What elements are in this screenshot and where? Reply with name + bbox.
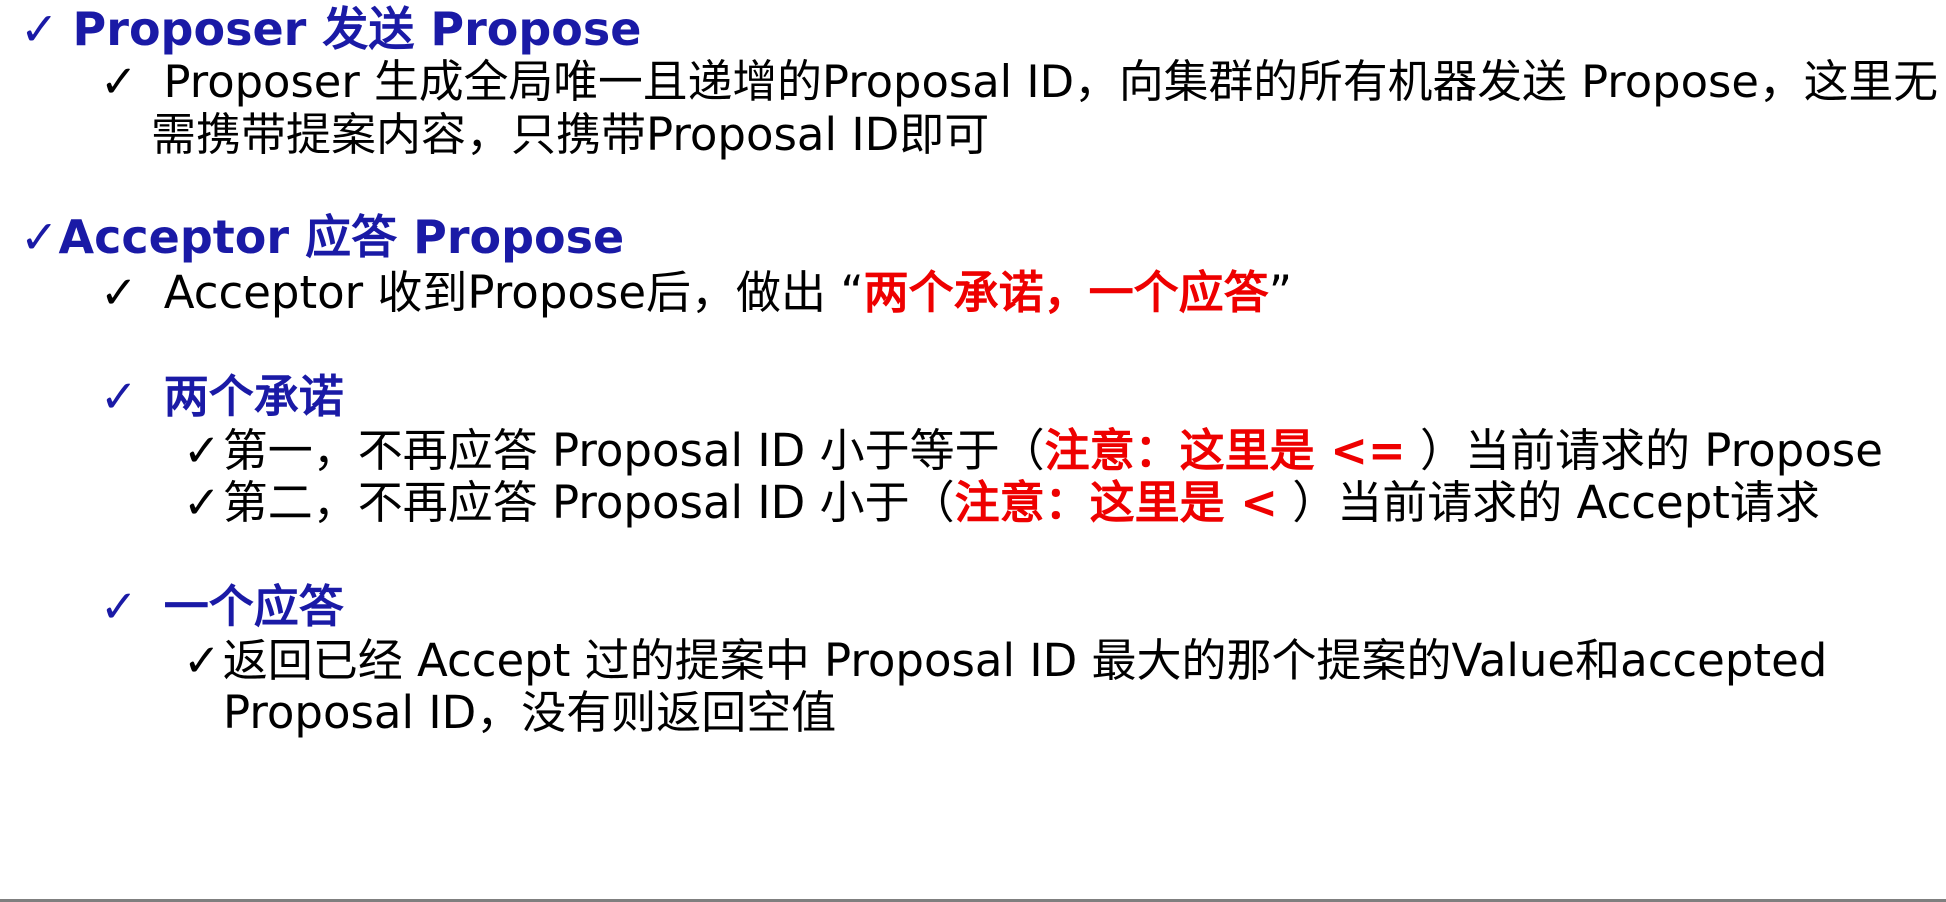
checkmark-icon: ✓ [100,580,138,633]
heading-acceptor-respond-propose: ✓Acceptor 应答 Propose [20,214,624,260]
subheading-one-response: ✓ 一个应答 [100,584,344,629]
checkmark-icon: ✓ [183,424,221,477]
promise-second: ✓第二，不再应答 Proposal ID 小于（注意：这里是 < ）当前请求的 … [183,480,1820,525]
bullet-continuation: 需携带提案内容，只携带Proposal ID即可 [151,112,989,157]
response-text: 返回已经 Accept 过的提案中 Proposal ID 最大的那个提案的Va… [222,634,1828,687]
checkmark-icon: ✓ [183,634,221,687]
promise-note: 注意：这里是 <= [1044,424,1406,477]
slide: ✓ Proposer 发送 Propose ✓ Proposer 生成全局唯一且递增… [0,0,1946,902]
checkmark-icon: ✓ [20,2,59,56]
promise-note: 注意：这里是 < [954,476,1278,529]
promise-text: 第一，不再应答 Proposal ID 小于等于（ [222,424,1045,477]
promise-text-suffix: ）当前请求的 Accept请求 [1277,476,1820,529]
promise-text: 第二，不再应答 Proposal ID 小于（ [222,476,955,529]
response-continuation: Proposal ID，没有则返回空值 [223,690,836,735]
bullet-text: Proposer 生成全局唯一且递增的Proposal ID，向集群的所有机器发… [163,55,1939,108]
bullet-text: Acceptor 收到Propose后，做出 “ [163,266,864,319]
heading-proposer-send-propose: ✓ Proposer 发送 Propose [20,6,641,52]
bullet-text: 需携带提案内容，只携带Proposal ID即可 [151,108,990,161]
heading-text: Proposer 发送 Propose [72,2,642,56]
response-text: Proposal ID，没有则返回空值 [223,686,837,739]
checkmark-icon: ✓ [183,476,221,529]
bullet-proposer-generate-id: ✓ Proposer 生成全局唯一且递增的Proposal ID，向集群的所有机器… [100,55,1938,108]
emphasis-text: 两个承诺，一个应答 [863,266,1269,319]
subheading-text: 一个应答 [163,580,344,633]
checkmark-icon: ✓ [100,55,138,108]
subheading-text: 两个承诺 [163,370,344,423]
bullet-acceptor-receive: ✓ Acceptor 收到Propose后，做出 “两个承诺，一个应答” [100,270,1292,315]
checkmark-icon: ✓ [100,266,138,319]
promise-text-suffix: ）当前请求的 Propose [1405,424,1883,477]
promise-first: ✓第一，不再应答 Proposal ID 小于等于（注意：这里是 <= ）当前请… [183,428,1883,473]
checkmark-icon: ✓ [20,210,59,264]
subheading-two-promises: ✓ 两个承诺 [100,374,344,419]
response-item: ✓返回已经 Accept 过的提案中 Proposal ID 最大的那个提案的V… [183,638,1827,683]
checkmark-icon: ✓ [100,370,138,423]
bullet-text-suffix: ” [1268,266,1293,319]
heading-text: Acceptor 应答 Propose [58,210,625,264]
